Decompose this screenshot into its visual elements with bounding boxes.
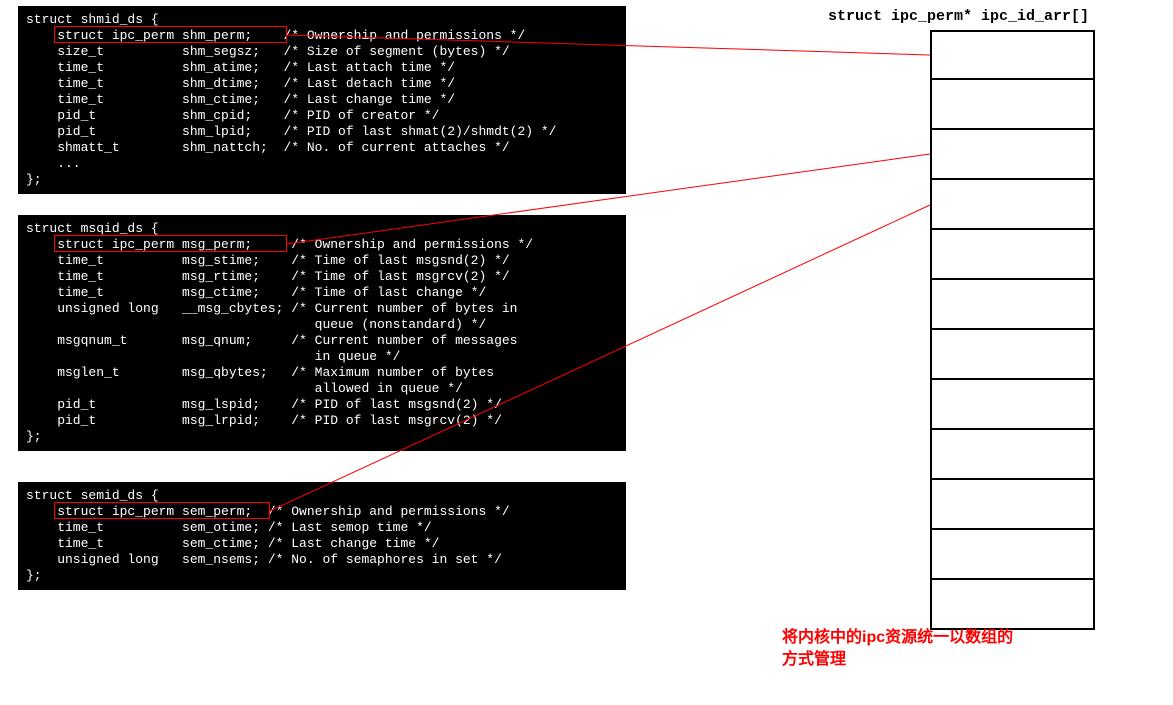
array-label: struct ipc_perm* ipc_id_arr[] [828, 8, 1089, 25]
array-cell-8 [930, 430, 1095, 480]
array-cell-11 [930, 580, 1095, 630]
array-grid [930, 30, 1095, 630]
array-cell-6 [930, 330, 1095, 380]
code-block-msqid-ds: struct msqid_ds { struct ipc_perm msg_pe… [18, 215, 626, 451]
caption: 将内核中的ipc资源统一以数组的 方式管理 [782, 627, 1032, 671]
array-cell-9 [930, 480, 1095, 530]
array-cell-3 [930, 180, 1095, 230]
array-cell-10 [930, 530, 1095, 580]
code-block-semid-ds: struct semid_ds { struct ipc_perm sem_pe… [18, 482, 626, 590]
array-cell-7 [930, 380, 1095, 430]
array-cell-2 [930, 130, 1095, 180]
array-cell-4 [930, 230, 1095, 280]
caption-line2: 方式管理 [782, 651, 846, 668]
code-block-shmid-ds: struct shmid_ds { struct ipc_perm shm_pe… [18, 6, 626, 194]
array-cell-0 [930, 30, 1095, 80]
caption-line1: 将内核中的ipc资源统一以数组的 [782, 629, 1013, 646]
array-cell-1 [930, 80, 1095, 130]
array-cell-5 [930, 280, 1095, 330]
